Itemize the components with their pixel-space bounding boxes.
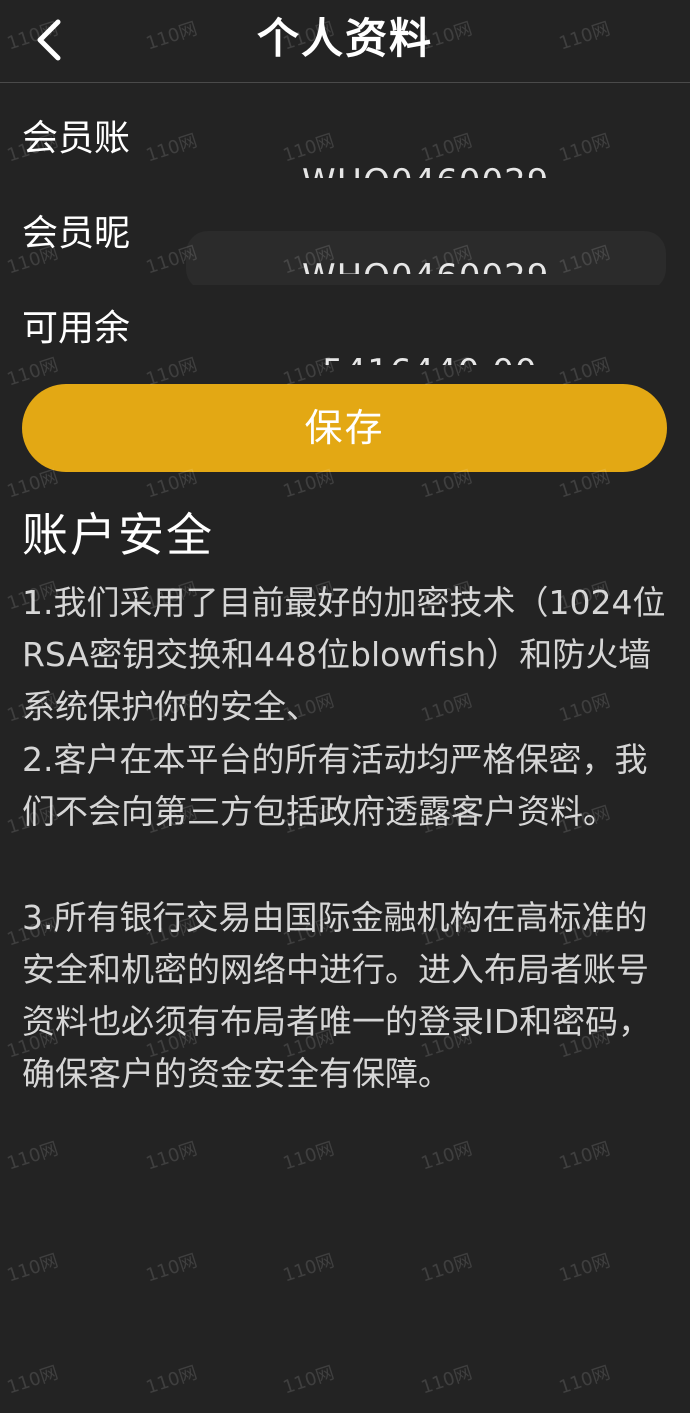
app-header: 个人资料 xyxy=(0,0,690,83)
watermark-text: 110网 xyxy=(279,1135,337,1176)
watermark-text: 110网 xyxy=(555,1247,613,1288)
security-item-3: 3.所有银行交易由国际金融机构在高标准的安全和机密的网络中进行。进入布局者账号资… xyxy=(22,892,672,1100)
watermark-text: 110网 xyxy=(555,1359,613,1400)
save-button[interactable]: 保存 xyxy=(22,384,667,472)
watermark-text: 110网 xyxy=(279,1247,337,1288)
watermark-text: 110网 xyxy=(417,1247,475,1288)
member-account-row: 会员账 WHO0460029 xyxy=(0,100,690,190)
watermark-text: 110网 xyxy=(3,1359,61,1400)
watermark-text: 110网 xyxy=(417,1135,475,1176)
page-title: 个人资料 xyxy=(0,8,690,70)
profile-page: 个人资料 会员账 WHO0460029 会员昵 WHO0460029 可用余 5… xyxy=(0,0,690,1413)
available-balance-value: 5416440.00 xyxy=(322,352,538,365)
available-balance-row: 可用余 5416440.00 xyxy=(0,290,690,380)
account-security-title: 账户安全 xyxy=(22,503,214,567)
watermark-text: 110网 xyxy=(3,1135,61,1176)
watermark-text: 110网 xyxy=(279,1359,337,1400)
watermark-text: 110网 xyxy=(142,1135,200,1176)
security-item-1: 1.我们采用了目前最好的加密技术（1024位RSA密钥交换和448位blowfi… xyxy=(22,577,672,733)
security-item-2: 2.客户在本平台的所有活动均严格保密，我们不会向第三方包括政府透露客户资料。 xyxy=(22,734,672,838)
watermark-text: 110网 xyxy=(417,1359,475,1400)
watermark-text: 110网 xyxy=(555,1135,613,1176)
watermark-text: 110网 xyxy=(142,1247,200,1288)
member-account-value[interactable]: WHO0460029 xyxy=(302,162,549,178)
member-nickname-input[interactable]: WHO0460029 xyxy=(302,257,549,274)
watermark-text: 110网 xyxy=(142,1359,200,1400)
member-nickname-row: 会员昵 WHO0460029 xyxy=(0,195,690,285)
watermark-text: 110网 xyxy=(3,1247,61,1288)
